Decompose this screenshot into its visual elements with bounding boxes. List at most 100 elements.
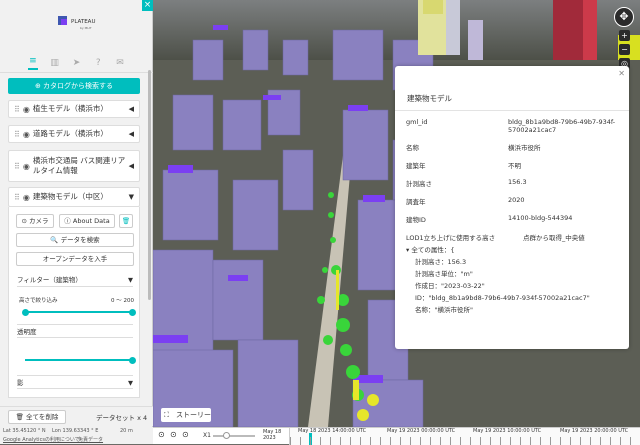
chevron-down-icon: ▼ — [128, 379, 133, 387]
longitude-readout: Lon 139.63343 ° E — [52, 428, 99, 434]
slider-max-handle[interactable] — [129, 308, 136, 316]
slider-handle[interactable] — [129, 356, 136, 364]
eye-icon[interactable]: ◉ — [23, 105, 30, 114]
current-date: May 18 2023 — [263, 429, 282, 441]
shadow-label: 影 — [17, 379, 24, 387]
layer-label: 植生モデル（横浜市） — [32, 104, 108, 113]
compass-icon[interactable]: ✥ — [614, 7, 634, 27]
timeline-tick: May 19 2023 00:00:00 UTC — [387, 428, 456, 434]
camera-label: カメラ — [29, 217, 49, 225]
speed-slider[interactable] — [213, 432, 255, 439]
attribute-row: 名称 横浜市役所 — [406, 144, 541, 152]
latitude-readout: Lat 35.45120 ° N — [3, 428, 46, 434]
open-data-label: オープンデータを入手 — [42, 255, 108, 263]
filter-building-row[interactable]: フィルター（建築物） ▼ — [17, 273, 133, 287]
story-label: ストーリー — [176, 411, 211, 419]
chevron-left-icon[interactable]: ◀ — [129, 130, 134, 138]
height-range-slider[interactable] — [22, 308, 136, 316]
share-tab-icon[interactable]: ➤ — [71, 58, 81, 68]
status-bar: Lat 35.45120 ° N Lon 139.63343 ° E 20 m … — [0, 427, 153, 444]
help-tab-icon[interactable]: ? — [93, 58, 103, 68]
layer-item-vegetation[interactable]: ⠿ ◉ 植生モデル（横浜市） ◀ — [8, 100, 140, 118]
timeline-track[interactable]: May 18 2023 14:00:00 UTC May 19 2023 00:… — [289, 428, 640, 445]
about-data-button[interactable]: ⓘ About Data — [59, 214, 115, 228]
attribute-line: 計測高さ単位："m" — [415, 270, 473, 278]
zoom-in-icon[interactable]: + — [619, 30, 630, 41]
drag-handle-icon[interactable]: ⠿ — [14, 130, 20, 139]
chevron-down-icon[interactable]: ▼ — [129, 193, 134, 201]
attribute-line: 作成日："2023-03-22" — [415, 282, 485, 290]
attribute-row: 建物ID 14100-bldg-544394 — [406, 214, 573, 224]
scale-readout: 20 m — [120, 428, 133, 434]
drag-handle-icon[interactable]: ⠿ — [14, 193, 20, 202]
drag-handle-icon[interactable]: ⠿ — [14, 105, 20, 114]
delete-all-button[interactable]: 🗑 全てを削除 — [8, 410, 66, 424]
open-data-button[interactable]: オープンデータを入手 — [16, 252, 134, 266]
search-data-button[interactable]: 🔍 データを検索 — [16, 233, 134, 247]
layer-label: 道路モデル（横浜市） — [32, 129, 108, 138]
about-data-label: About Data — [72, 217, 110, 225]
camera-button[interactable]: ⊙ カメラ — [16, 214, 54, 228]
layers-tab-icon[interactable]: ≡ — [27, 56, 38, 70]
all-attributes-toggle[interactable]: ▾ 全ての属性：{ — [406, 244, 454, 254]
chevron-left-icon[interactable]: ◀ — [129, 162, 134, 170]
svg-text:PLATEAU: PLATEAU — [71, 19, 95, 25]
timeline-tick: May 19 2023 20:00:00 UTC — [560, 428, 629, 434]
sidebar-tabs: ≡ ▥ ➤ ? ✉ — [0, 53, 153, 73]
trash-icon[interactable]: 🗑 — [119, 214, 133, 228]
close-icon[interactable]: ✕ — [618, 69, 625, 78]
catalog-search-button[interactable]: ⊕ カタログから検索する — [8, 78, 140, 94]
timeline-bar: ⊙ ⊙ ⊙ X1 May 18 2023 May 18 2023 14:00:0… — [153, 427, 640, 445]
attribute-row: 調査年 2020 — [406, 196, 525, 206]
chevron-down-icon: ▼ — [128, 276, 133, 284]
attribute-row: 計測高さ 156.3 — [406, 178, 527, 188]
building-layer-panel: ⊙ カメラ ⓘ About Data 🗑 🔍 データを検索 オープンデータを入手… — [8, 207, 140, 398]
attribute-line: 名称："横浜市役所" — [415, 306, 473, 314]
feedback-tab-icon[interactable]: ✉ — [115, 58, 125, 68]
eye-icon[interactable]: ◉ — [23, 130, 30, 139]
dataset-count: データセット x 4 — [96, 414, 148, 422]
layer-label: 横浜市交通局 バス関連リアルタイム情報 — [32, 156, 126, 175]
plateau-logo: PLATEAU by MLIT — [58, 16, 95, 30]
attribute-row: 建築年 不明 — [406, 162, 521, 170]
rewind-icon[interactable]: ⊙ — [158, 430, 165, 439]
sidebar: PLATEAU by MLIT × ≡ ▥ ➤ ? ✉ ⊕ カタログから検索する… — [0, 0, 153, 444]
play-icon[interactable]: ⊙ — [170, 430, 177, 439]
shadow-row[interactable]: 影 ▼ — [17, 375, 133, 389]
slider-min-handle[interactable] — [22, 308, 29, 316]
height-filter-range: 0 ～ 200 — [111, 298, 134, 304]
sidebar-footer: 🗑 全てを削除 データセット x 4 — [0, 406, 153, 426]
analytics-link[interactable]: Google Analyticsの利用について — [3, 436, 80, 443]
eye-icon[interactable]: ◉ — [23, 162, 30, 171]
layer-item-building[interactable]: ⠿ ◉ 建築物モデル（中区） ▼ — [8, 187, 140, 207]
catalog-search-label: カタログから検索する — [43, 82, 114, 90]
story-icon: ⛶ — [164, 411, 169, 419]
drag-handle-icon[interactable]: ⠿ — [14, 162, 20, 171]
opacity-slider[interactable] — [25, 356, 136, 364]
info-panel-title: 建築物モデル — [407, 94, 452, 103]
speed-label: X1 — [203, 432, 211, 439]
svg-text:by MLIT: by MLIT — [80, 26, 92, 30]
filter-label: フィルター（建築物） — [17, 276, 82, 284]
layer-item-road[interactable]: ⠿ ◉ 道路モデル（横浜市） ◀ — [8, 125, 140, 143]
terms-link[interactable]: 免責データ — [78, 436, 103, 443]
chevron-left-icon[interactable]: ◀ — [129, 105, 134, 113]
forward-icon[interactable]: ⊙ — [182, 430, 189, 439]
attribute-line: 計測高さ：156.3 — [415, 258, 467, 266]
zoom-out-icon[interactable]: − — [619, 44, 630, 55]
opacity-label: 透明度 — [17, 328, 37, 336]
delete-all-label: 全てを削除 — [25, 413, 59, 421]
layer-item-bus[interactable]: ⠿ ◉ 横浜市交通局 バス関連リアルタイム情報 ◀ — [8, 150, 140, 182]
buildings-tab-icon[interactable]: ▥ — [50, 58, 60, 68]
story-button[interactable]: ⛶ ストーリー — [161, 408, 211, 422]
eye-icon[interactable]: ◉ — [23, 193, 30, 202]
opacity-row: 透明度 — [17, 324, 133, 338]
layer-label: 建築物モデル（中区） — [32, 192, 108, 201]
attribute-line: ID："bldg_8b1a9bd8-79b6-49b7-934f-57002a2… — [415, 294, 590, 302]
scrollbar[interactable] — [148, 70, 151, 300]
height-filter: 高さで絞り込み 0 ～ 200 — [19, 296, 134, 304]
attribute-row: LOD1立ち上げに使用する高さ 点群から取得_中央値 — [406, 234, 585, 242]
close-sidebar-button[interactable]: × — [142, 0, 153, 11]
attribute-row: gml_id bldg_8b1a9bd8-79b6-49b7-934f-57002… — [406, 118, 616, 134]
timeline-tick: May 19 2023 10:00:00 UTC — [473, 428, 542, 434]
